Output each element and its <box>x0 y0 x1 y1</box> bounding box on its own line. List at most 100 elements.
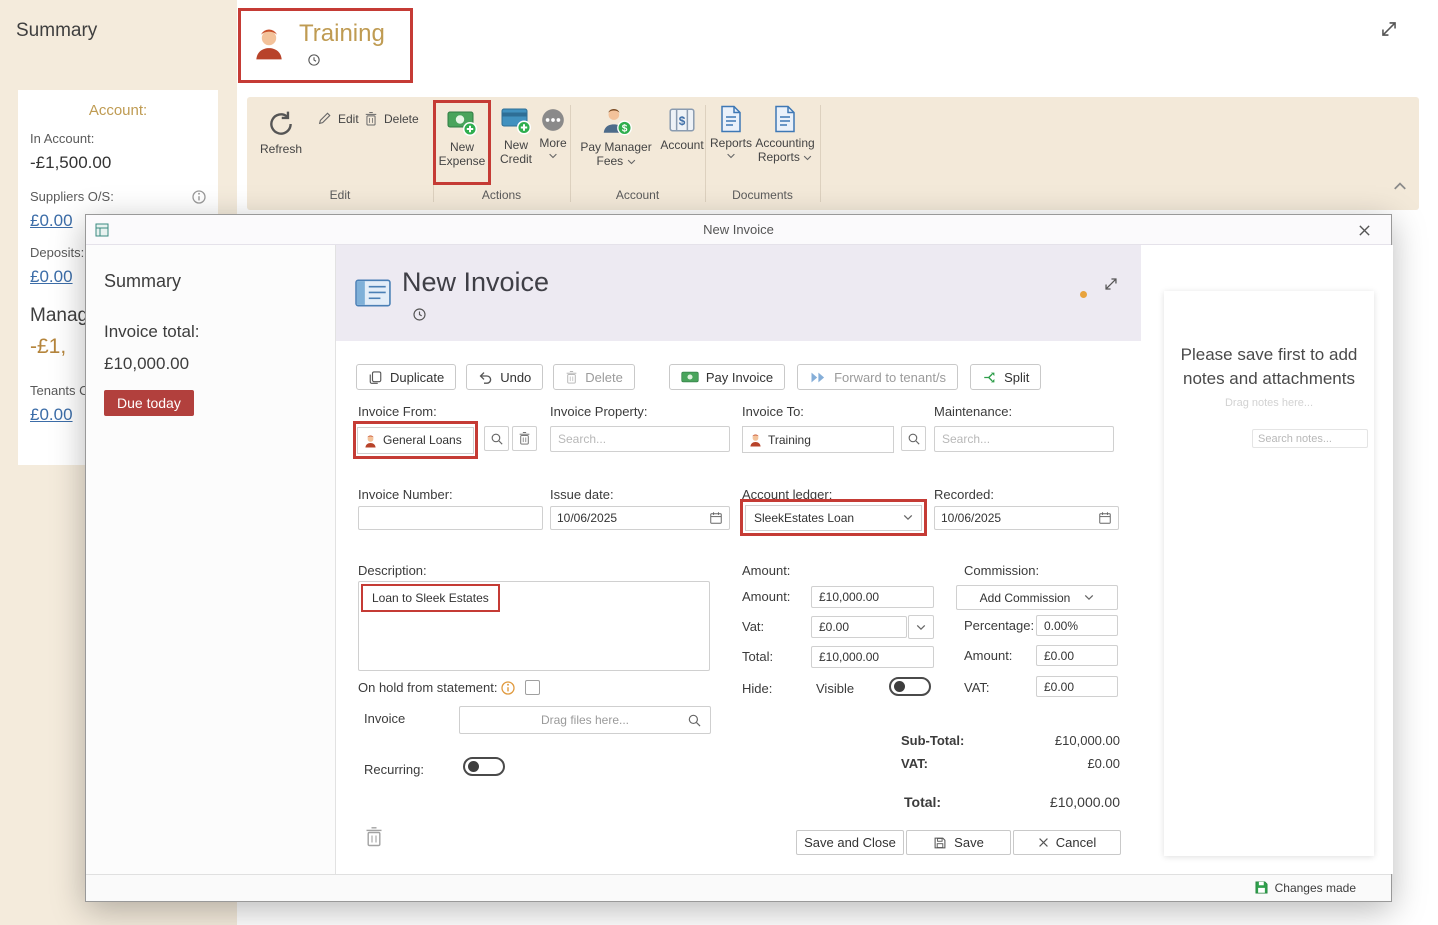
history-icon[interactable] <box>307 53 321 67</box>
more-button[interactable]: More <box>537 107 569 159</box>
collapse-ribbon-icon[interactable] <box>1393 181 1407 191</box>
invoice-to-field[interactable]: Training <box>742 426 894 453</box>
vat-total-label: VAT: <box>901 756 928 771</box>
modal-summary-panel: Summary Invoice total: £10,000.00 Due to… <box>86 245 336 874</box>
info-icon[interactable] <box>501 681 515 695</box>
search-icon[interactable] <box>687 713 702 728</box>
invoice-property-label: Invoice Property: <box>550 404 648 419</box>
close-icon[interactable] <box>1358 224 1371 237</box>
new-expense-icon <box>447 107 477 137</box>
hide-toggle[interactable] <box>889 677 931 696</box>
invoice-from-clear-button[interactable] <box>512 426 537 451</box>
line-total-input[interactable] <box>811 646 934 668</box>
account-ledger-highlight: SleekEstates Loan <box>740 499 927 536</box>
split-icon <box>982 370 997 385</box>
calendar-icon[interactable] <box>709 511 723 525</box>
recorded-label: Recorded: <box>934 487 994 502</box>
invoice-to-search-button[interactable] <box>901 426 926 451</box>
issue-date-field <box>550 506 730 530</box>
calendar-icon[interactable] <box>1098 511 1112 525</box>
notes-save-message: Please save first to add notes and attac… <box>1180 345 1358 389</box>
new-credit-button[interactable]: New Credit <box>495 105 537 167</box>
more-icon <box>540 107 566 133</box>
new-expense-button[interactable]: New Expense <box>437 107 487 169</box>
summary-title: Summary <box>16 20 98 41</box>
suppliers-value-link[interactable]: £0.00 <box>30 211 73 231</box>
issue-date-input[interactable] <box>557 511 705 525</box>
percentage-input[interactable] <box>1036 615 1118 636</box>
info-icon[interactable] <box>192 190 206 204</box>
cancel-button[interactable]: Cancel <box>1013 830 1121 855</box>
invoice-from-field[interactable]: General Loans <box>357 426 474 454</box>
search-icon <box>907 432 921 446</box>
commission-vat-input[interactable] <box>1036 676 1118 697</box>
vat-input[interactable] <box>811 616 907 638</box>
percentage-label: Percentage: <box>964 618 1035 633</box>
description-text: Loan to Sleek Estates <box>372 591 489 605</box>
recurring-toggle[interactable] <box>463 757 505 776</box>
save-and-close-button[interactable]: Save and Close <box>796 830 904 855</box>
undo-button[interactable]: Undo <box>466 364 544 390</box>
modal-titlebar[interactable]: New Invoice <box>86 215 1391 245</box>
suppliers-label: Suppliers O/S: <box>30 189 114 204</box>
saved-changes-icon <box>1254 880 1269 895</box>
delete-attachment-icon[interactable] <box>364 825 384 849</box>
trash-icon <box>364 111 378 127</box>
reports-button[interactable]: Reports <box>709 105 753 159</box>
vat-total-value: £0.00 <box>1087 756 1120 771</box>
maintenance-label: Maintenance: <box>934 404 1013 419</box>
person-icon <box>253 23 285 61</box>
notes-drag-placeholder: Drag notes here... <box>1224 397 1314 409</box>
expand-icon[interactable] <box>1378 18 1400 40</box>
recorded-input[interactable] <box>941 511 1094 525</box>
accounting-reports-button[interactable]: Accounting Reports <box>753 105 817 165</box>
maintenance-input[interactable] <box>934 426 1114 452</box>
on-hold-checkbox[interactable] <box>525 680 541 695</box>
refresh-button[interactable]: Refresh <box>253 109 309 156</box>
pay-manager-fees-icon <box>600 105 632 137</box>
pay-invoice-button[interactable]: Pay Invoice <box>668 364 786 390</box>
vat-dropdown-button[interactable] <box>908 615 934 639</box>
amount-heading: Amount: <box>742 563 791 578</box>
notes-search-input[interactable] <box>1252 429 1368 448</box>
description-box[interactable]: Loan to Sleek Estates <box>358 581 710 671</box>
duplicate-button[interactable]: Duplicate <box>356 364 457 390</box>
person-icon <box>749 432 762 447</box>
invoice-to-label: Invoice To: <box>742 404 804 419</box>
toggle-knob <box>468 761 479 772</box>
chevron-down-icon <box>903 514 913 521</box>
money-icon <box>681 370 699 384</box>
deposits-value-link[interactable]: £0.00 <box>30 267 73 287</box>
trash-icon <box>518 431 531 446</box>
in-account-value: -£1,500.00 <box>30 153 112 172</box>
commission-amount-input[interactable] <box>1036 645 1118 666</box>
invoice-property-input[interactable] <box>550 426 730 452</box>
invoice-number-input[interactable] <box>358 506 543 530</box>
pay-manager-fees-button[interactable]: Pay Manager Fees <box>575 105 657 169</box>
account-heading: Account: <box>88 102 148 119</box>
forward-to-tenants-button[interactable]: Forward to tenant/s <box>797 364 959 390</box>
chevron-down-icon <box>916 624 926 631</box>
notes-panel: Drag notes here... Please save first to … <box>1141 245 1393 874</box>
recorded-field <box>934 506 1119 530</box>
forward-icon <box>809 371 827 384</box>
amount-input[interactable] <box>811 586 934 608</box>
expand-icon[interactable] <box>1102 275 1120 293</box>
history-icon[interactable] <box>412 307 427 322</box>
delete-invoice-button[interactable]: Delete <box>553 364 635 390</box>
tenants-value-link[interactable]: £0.00 <box>30 405 73 425</box>
edit-button[interactable]: Edit <box>317 111 359 126</box>
invoice-from-search-button[interactable] <box>484 426 509 451</box>
account-button[interactable]: Account <box>659 105 705 152</box>
invoice-dropzone[interactable]: Drag files here... <box>459 706 711 734</box>
notes-card[interactable]: Drag notes here... Please save first to … <box>1164 291 1374 856</box>
entity-title: Training <box>299 20 385 47</box>
save-button[interactable]: Save <box>906 830 1011 855</box>
close-icon <box>1038 837 1049 848</box>
new-credit-icon <box>501 105 531 135</box>
trash-icon <box>565 370 578 385</box>
delete-button[interactable]: Delete <box>364 111 419 127</box>
account-ledger-select[interactable]: SleekEstates Loan <box>745 504 922 531</box>
add-commission-select[interactable]: Add Commission <box>956 585 1118 610</box>
split-button[interactable]: Split <box>970 364 1042 390</box>
